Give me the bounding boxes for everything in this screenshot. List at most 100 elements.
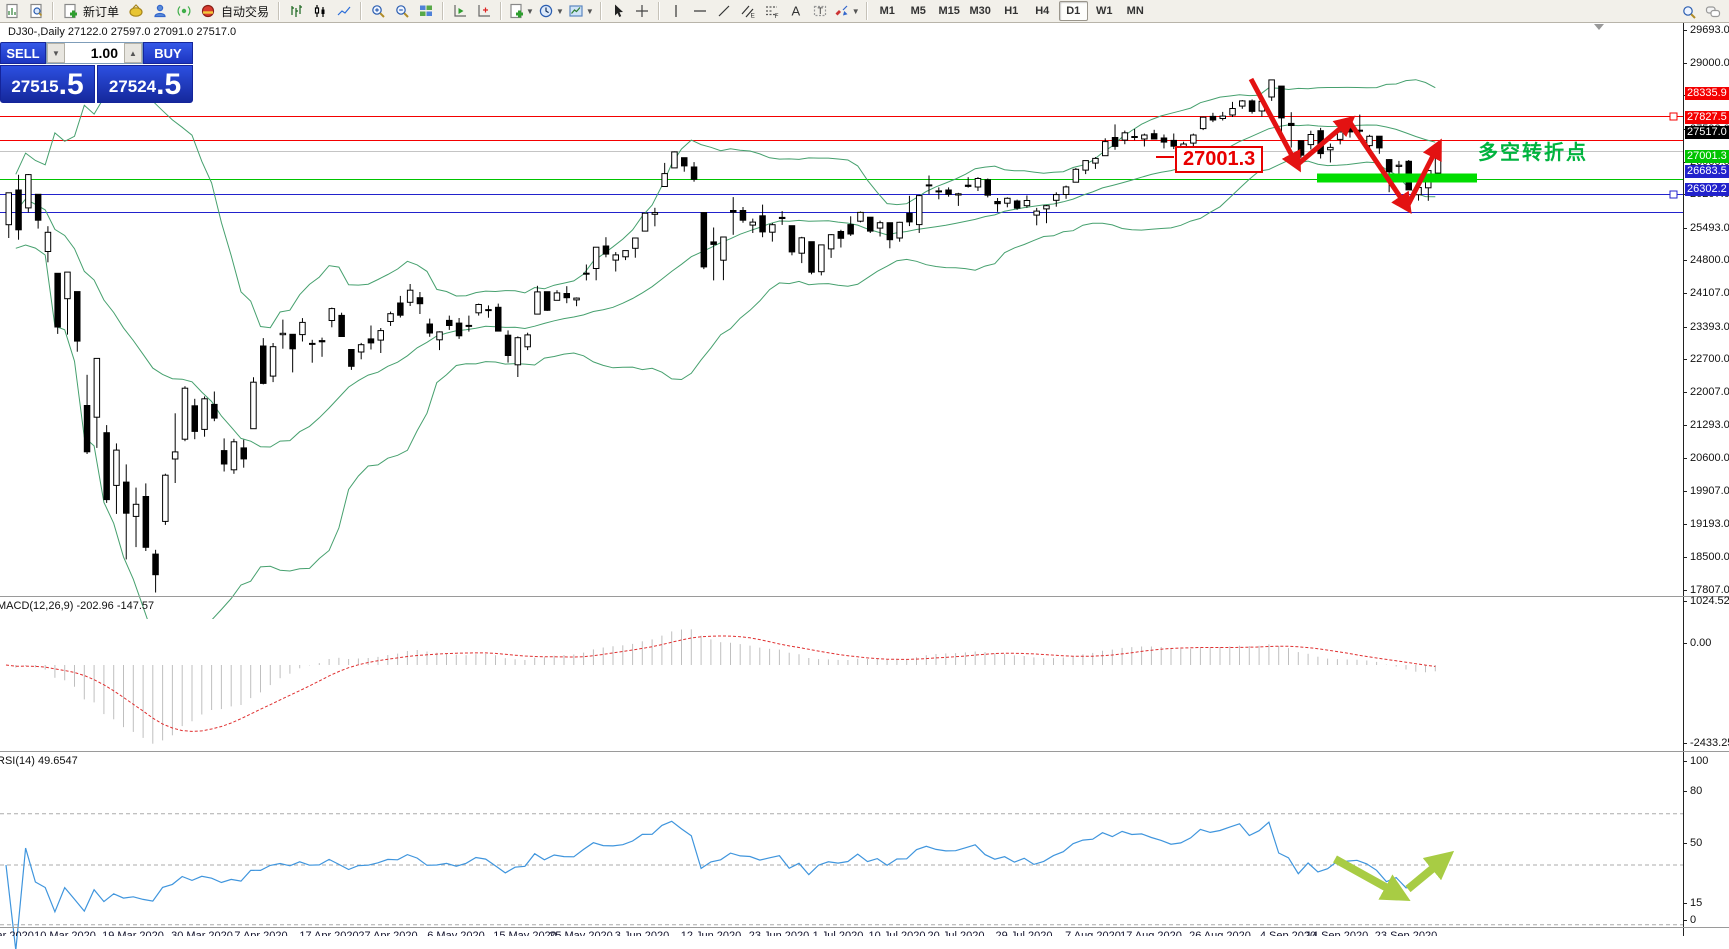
axis-tick [1683,590,1687,591]
market-signal-icon[interactable] [173,0,195,22]
rsi-tick-label: 15 [1690,897,1702,909]
text-icon[interactable]: A [785,0,807,22]
rsi-tick-label: 50 [1690,837,1702,849]
new-order-icon[interactable] [59,0,81,22]
date-label: 30 Mar 2020 [171,930,233,936]
axis-tick [1683,458,1687,459]
volume-value[interactable]: 1.00 [65,43,124,63]
text-label-icon[interactable]: T [809,0,831,22]
tile-windows-icon[interactable] [415,0,437,22]
macd-tick-label: 1024.52 [1690,595,1729,607]
price-tick-label: 20600.0 [1690,452,1729,464]
sell-price-pip: .5 [59,68,84,102]
timeframe-m15[interactable]: M15 [935,1,964,21]
axis-tick [1683,903,1687,904]
dropdown-caret-icon[interactable]: ▼ [586,7,594,16]
toolbar-separator [442,2,444,20]
macd-indicator-label: MACD(12,26,9) -202.96 -147.57 [0,600,154,612]
timeframe-w1[interactable]: W1 [1090,1,1119,21]
buy-price-pip: .5 [156,68,181,102]
cursor-icon[interactable] [607,0,629,22]
horizontal-line-icon[interactable] [689,0,711,22]
deposit-icon[interactable] [125,0,147,22]
toolbar-separator [360,2,362,20]
volume-up-button[interactable]: ▲ [124,43,142,63]
indicators-icon[interactable]: ▼ [507,0,535,22]
axis-tick [1683,524,1687,525]
axis-tick [1683,491,1687,492]
buy-button[interactable]: BUY [143,42,193,64]
macd-tick-label: -2433.25 [1690,737,1729,749]
rsi-tick-label: 80 [1690,785,1702,797]
price-flag-annotation[interactable]: 27001.3 [1175,146,1263,173]
arrows-icon[interactable]: ▼ [833,0,861,22]
zoom-in-icon[interactable] [367,0,389,22]
new-chart-icon[interactable] [1,0,23,22]
dropdown-caret-icon[interactable]: ▼ [852,7,860,16]
autotrading-label[interactable]: 自动交易 [220,3,274,20]
price-tick-label: 29693.0 [1690,24,1729,36]
price-badge-27517.0: 27517.0 [1685,126,1729,139]
sell-button[interactable]: SELL [0,42,46,64]
crosshair-icon[interactable] [631,0,653,22]
community-icon[interactable] [149,0,171,22]
sell-price[interactable]: 27515 .5 [0,65,95,103]
date-label: 27 Apr 2020 [358,930,417,936]
pane-separator[interactable] [0,751,1729,752]
svg-text:T: T [817,6,823,16]
timeframe-h1[interactable]: H1 [997,1,1026,21]
price-tick-label: 23393.0 [1690,321,1729,333]
one-click-trade-panel: SELL ▼ 1.00 ▲ BUY 27515 .5 27524 .5 [0,42,193,103]
macd-tick-label: 0.00 [1690,637,1711,649]
new-order-label[interactable]: 新订单 [82,3,124,20]
axis-tick [1683,843,1687,844]
candlestick-icon[interactable] [309,0,331,22]
vertical-line-icon[interactable] [665,0,687,22]
rsi-indicator-label: RSI(14) 49.6547 [0,755,78,767]
price-flag-dash [1156,156,1174,158]
chart-profiles-icon[interactable] [25,0,47,22]
toolbar-separator [866,2,868,20]
pane-separator[interactable] [0,596,1729,597]
rsi-tick-label: 100 [1690,755,1708,767]
price-tick-label: 29000.0 [1690,57,1729,69]
timeframe-h4[interactable]: H4 [1028,1,1057,21]
auto-scroll-icon[interactable] [449,0,471,22]
rsi-tick-label: 0 [1690,914,1696,926]
dropdown-caret-icon[interactable]: ▼ [526,7,534,16]
line-chart-icon[interactable] [333,0,355,22]
fibonacci-icon[interactable]: F [761,0,783,22]
buy-price-main: 27524 [109,72,156,102]
chart-shift-icon[interactable] [473,0,495,22]
price-tick-label: 19193.0 [1690,518,1729,530]
turning-point-label[interactable]: 多空转折点 [1478,136,1588,165]
chart-region[interactable]: DJ30-,Daily 27122.0 27597.0 27091.0 2751… [0,22,1729,936]
axis-tick [1683,228,1687,229]
search-icon[interactable] [1678,1,1700,23]
timeframe-mn[interactable]: MN [1121,1,1150,21]
date-label: 17 Aug 2020 [1120,930,1182,936]
chat-icon[interactable] [1702,1,1724,23]
periods-icon[interactable]: ▼ [537,0,565,22]
volume-down-button[interactable]: ▼ [47,43,65,63]
toolbar-separator [600,2,602,20]
bar-chart-icon[interactable] [285,0,307,22]
timeframe-d1[interactable]: D1 [1059,1,1088,21]
dropdown-caret-icon[interactable]: ▼ [556,7,564,16]
templates-icon[interactable]: ▼ [567,0,595,22]
timeframe-m5[interactable]: M5 [904,1,933,21]
axis-tick [1683,392,1687,393]
timeframe-m1[interactable]: M1 [873,1,902,21]
timeframe-m30[interactable]: M30 [966,1,995,21]
date-label: 23 Sep 2020 [1375,930,1437,936]
autotrading-icon[interactable] [197,0,219,22]
date-label: 20 Jul 2020 [928,930,985,936]
trendline-icon[interactable] [713,0,735,22]
volume-spinner[interactable]: ▼ 1.00 ▲ [46,42,143,64]
chart-shift-marker[interactable] [1594,24,1604,30]
zoom-out-icon[interactable] [391,0,413,22]
buy-price[interactable]: 27524 .5 [97,65,193,103]
equidistant-channel-icon[interactable]: E [737,0,759,22]
price-badge-26302.2: 26302.2 [1685,183,1729,196]
price-badge-28335.9: 28335.9 [1685,87,1729,100]
